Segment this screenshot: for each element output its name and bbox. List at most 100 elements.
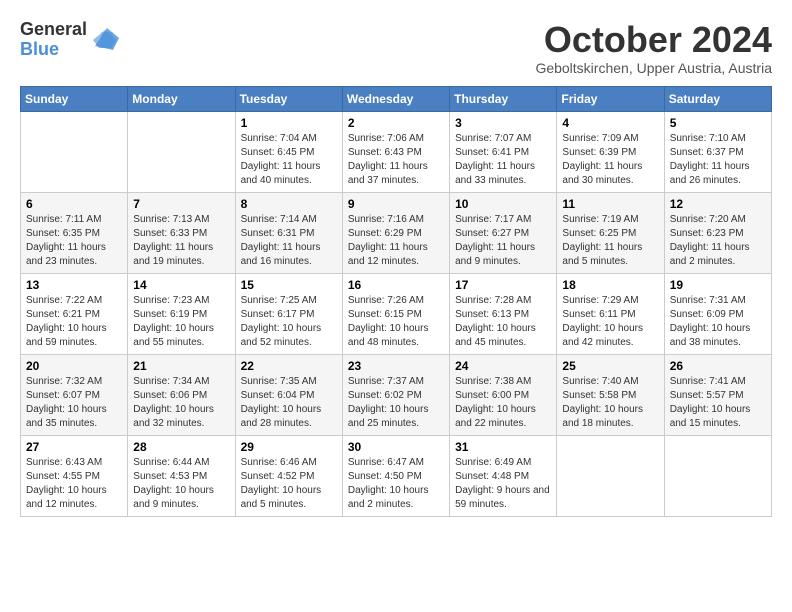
day-number: 31 <box>455 440 551 454</box>
weekday-header-wednesday: Wednesday <box>342 86 449 111</box>
weekday-header-tuesday: Tuesday <box>235 86 342 111</box>
day-info: Sunrise: 7:37 AM Sunset: 6:02 PM Dayligh… <box>348 375 444 431</box>
weekday-header-saturday: Saturday <box>664 86 771 111</box>
calendar-day-21: 21 Sunrise: 7:34 AM Sunset: 6:06 PM Dayli… <box>128 354 235 435</box>
day-number: 15 <box>241 278 337 292</box>
day-number: 26 <box>670 359 766 373</box>
calendar-day-22: 22 Sunrise: 7:35 AM Sunset: 6:04 PM Dayli… <box>235 354 342 435</box>
day-number: 29 <box>241 440 337 454</box>
weekday-header-row: SundayMondayTuesdayWednesdayThursdayFrid… <box>21 86 772 111</box>
weekday-header-friday: Friday <box>557 86 664 111</box>
day-info: Sunrise: 7:41 AM Sunset: 5:57 PM Dayligh… <box>670 375 766 431</box>
day-number: 22 <box>241 359 337 373</box>
day-number: 11 <box>562 197 658 211</box>
calendar-day-4: 4Sunrise: 7:09 AM Sunset: 6:39 PM Daylig… <box>557 111 664 192</box>
calendar-day-23: 23 Sunrise: 7:37 AM Sunset: 6:02 PM Dayli… <box>342 354 449 435</box>
page-header: General Blue October 2024 Geboltskirchen… <box>20 20 772 76</box>
day-number: 24 <box>455 359 551 373</box>
logo-general-text: General <box>20 19 87 39</box>
day-info: Sunrise: 7:16 AM Sunset: 6:29 PM Dayligh… <box>348 213 444 269</box>
month-title: October 2024 <box>535 20 772 60</box>
calendar-day-10: 10Sunrise: 7:17 AM Sunset: 6:27 PM Dayli… <box>450 192 557 273</box>
logo: General Blue <box>20 20 119 60</box>
calendar-day-7: 7 Sunrise: 7:13 AM Sunset: 6:33 PM Daylig… <box>128 192 235 273</box>
day-number: 17 <box>455 278 551 292</box>
empty-cell <box>21 111 128 192</box>
day-info: Sunrise: 6:47 AM Sunset: 4:50 PM Dayligh… <box>348 456 444 512</box>
calendar-day-17: 17 Sunrise: 7:28 AM Sunset: 6:13 PM Dayli… <box>450 273 557 354</box>
calendar-day-20: 20 Sunrise: 7:32 AM Sunset: 6:07 PM Dayli… <box>21 354 128 435</box>
logo-blue-text: Blue <box>20 39 59 59</box>
weekday-header-sunday: Sunday <box>21 86 128 111</box>
day-number: 8 <box>241 197 337 211</box>
day-info: Sunrise: 7:40 AM Sunset: 5:58 PM Dayligh… <box>562 375 658 431</box>
day-number: 27 <box>26 440 122 454</box>
day-number: 23 <box>348 359 444 373</box>
day-info: Sunrise: 7:06 AM Sunset: 6:43 PM Dayligh… <box>348 132 444 188</box>
day-info: Sunrise: 7:31 AM Sunset: 6:09 PM Dayligh… <box>670 294 766 350</box>
day-info: Sunrise: 7:28 AM Sunset: 6:13 PM Dayligh… <box>455 294 551 350</box>
day-info: Sunrise: 7:23 AM Sunset: 6:19 PM Dayligh… <box>133 294 229 350</box>
day-info: Sunrise: 6:49 AM Sunset: 4:48 PM Dayligh… <box>455 456 551 512</box>
day-info: Sunrise: 7:32 AM Sunset: 6:07 PM Dayligh… <box>26 375 122 431</box>
week-row-4: 20 Sunrise: 7:32 AM Sunset: 6:07 PM Dayli… <box>21 354 772 435</box>
weekday-header-thursday: Thursday <box>450 86 557 111</box>
calendar-day-24: 24Sunrise: 7:38 AM Sunset: 6:00 PM Dayli… <box>450 354 557 435</box>
calendar-day-18: 18 Sunrise: 7:29 AM Sunset: 6:11 PM Dayli… <box>557 273 664 354</box>
day-info: Sunrise: 6:44 AM Sunset: 4:53 PM Dayligh… <box>133 456 229 512</box>
calendar-day-29: 29 Sunrise: 6:46 AM Sunset: 4:52 PM Dayli… <box>235 435 342 516</box>
day-info: Sunrise: 7:11 AM Sunset: 6:35 PM Dayligh… <box>26 213 122 269</box>
day-info: Sunrise: 7:26 AM Sunset: 6:15 PM Dayligh… <box>348 294 444 350</box>
day-number: 9 <box>348 197 444 211</box>
day-number: 5 <box>670 116 766 130</box>
calendar-table: SundayMondayTuesdayWednesdayThursdayFrid… <box>20 86 772 517</box>
week-row-2: 6 Sunrise: 7:11 AM Sunset: 6:35 PM Daylig… <box>21 192 772 273</box>
day-number: 18 <box>562 278 658 292</box>
calendar-day-26: 26 Sunrise: 7:41 AM Sunset: 5:57 PM Dayli… <box>664 354 771 435</box>
calendar-day-14: 14 Sunrise: 7:23 AM Sunset: 6:19 PM Dayli… <box>128 273 235 354</box>
calendar-day-31: 31 Sunrise: 6:49 AM Sunset: 4:48 PM Dayli… <box>450 435 557 516</box>
day-info: Sunrise: 7:35 AM Sunset: 6:04 PM Dayligh… <box>241 375 337 431</box>
day-number: 16 <box>348 278 444 292</box>
day-number: 6 <box>26 197 122 211</box>
day-number: 19 <box>670 278 766 292</box>
day-number: 12 <box>670 197 766 211</box>
day-number: 21 <box>133 359 229 373</box>
day-number: 3 <box>455 116 551 130</box>
calendar-day-6: 6 Sunrise: 7:11 AM Sunset: 6:35 PM Daylig… <box>21 192 128 273</box>
week-row-5: 27 Sunrise: 6:43 AM Sunset: 4:55 PM Dayli… <box>21 435 772 516</box>
calendar-day-13: 13Sunrise: 7:22 AM Sunset: 6:21 PM Dayli… <box>21 273 128 354</box>
empty-cell <box>128 111 235 192</box>
day-number: 25 <box>562 359 658 373</box>
calendar-day-15: 15 Sunrise: 7:25 AM Sunset: 6:17 PM Dayli… <box>235 273 342 354</box>
day-info: Sunrise: 7:34 AM Sunset: 6:06 PM Dayligh… <box>133 375 229 431</box>
day-number: 28 <box>133 440 229 454</box>
day-info: Sunrise: 6:43 AM Sunset: 4:55 PM Dayligh… <box>26 456 122 512</box>
weekday-header-monday: Monday <box>128 86 235 111</box>
day-info: Sunrise: 7:04 AM Sunset: 6:45 PM Dayligh… <box>241 132 337 188</box>
day-number: 20 <box>26 359 122 373</box>
day-number: 7 <box>133 197 229 211</box>
day-info: Sunrise: 7:10 AM Sunset: 6:37 PM Dayligh… <box>670 132 766 188</box>
empty-cell <box>557 435 664 516</box>
calendar-day-25: 25 Sunrise: 7:40 AM Sunset: 5:58 PM Dayli… <box>557 354 664 435</box>
calendar-day-28: 28 Sunrise: 6:44 AM Sunset: 4:53 PM Dayli… <box>128 435 235 516</box>
day-info: Sunrise: 6:46 AM Sunset: 4:52 PM Dayligh… <box>241 456 337 512</box>
calendar-day-5: 5 Sunrise: 7:10 AM Sunset: 6:37 PM Daylig… <box>664 111 771 192</box>
day-number: 2 <box>348 116 444 130</box>
day-info: Sunrise: 7:13 AM Sunset: 6:33 PM Dayligh… <box>133 213 229 269</box>
location-text: Geboltskirchen, Upper Austria, Austria <box>535 60 772 76</box>
calendar-day-27: 27 Sunrise: 6:43 AM Sunset: 4:55 PM Dayli… <box>21 435 128 516</box>
day-info: Sunrise: 7:29 AM Sunset: 6:11 PM Dayligh… <box>562 294 658 350</box>
empty-cell <box>664 435 771 516</box>
day-number: 1 <box>241 116 337 130</box>
day-number: 30 <box>348 440 444 454</box>
calendar-day-16: 16 Sunrise: 7:26 AM Sunset: 6:15 PM Dayli… <box>342 273 449 354</box>
day-number: 10 <box>455 197 551 211</box>
day-number: 14 <box>133 278 229 292</box>
calendar-day-19: 19 Sunrise: 7:31 AM Sunset: 6:09 PM Dayli… <box>664 273 771 354</box>
week-row-1: 1 Sunrise: 7:04 AM Sunset: 6:45 PM Daylig… <box>21 111 772 192</box>
day-info: Sunrise: 7:25 AM Sunset: 6:17 PM Dayligh… <box>241 294 337 350</box>
day-info: Sunrise: 7:19 AM Sunset: 6:25 PM Dayligh… <box>562 213 658 269</box>
calendar-day-8: 8Sunrise: 7:14 AM Sunset: 6:31 PM Daylig… <box>235 192 342 273</box>
